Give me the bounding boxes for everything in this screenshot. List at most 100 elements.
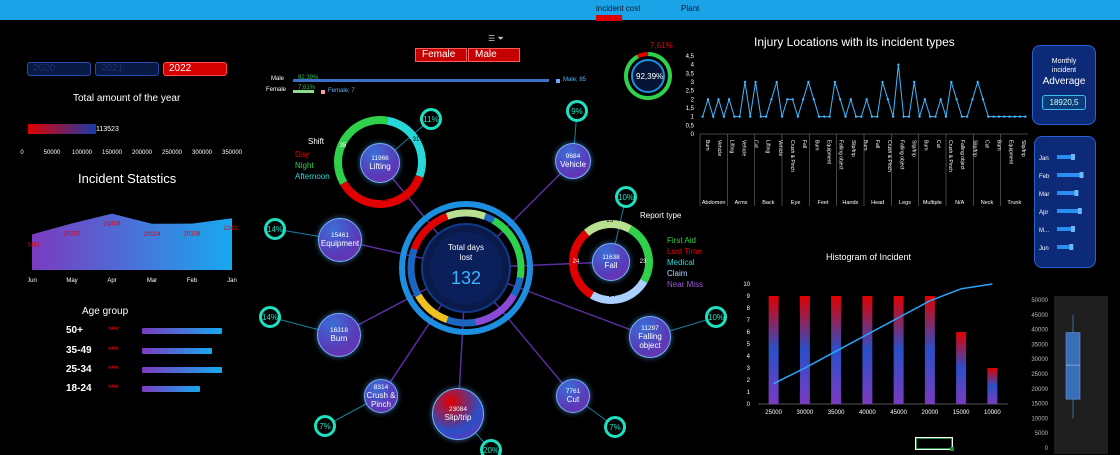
injury-point [891,115,895,118]
center-title: Total days lost [430,243,502,263]
injury-point [1024,115,1027,118]
bubble-vehicle[interactable]: 9684 Vehicle [555,143,591,179]
injury-series-line [702,64,1026,119]
report-claim-label: Claim [667,269,688,278]
injury-point [939,98,942,101]
injury-point [844,115,847,118]
injury-point [733,115,736,118]
lifting-ring-value: 36 [382,197,389,203]
histogram-bar [768,296,779,404]
injury-point [955,98,958,101]
monthly-title-line1: Monthly [1051,58,1077,65]
injury-point [876,115,879,118]
injury-x-tick: Vehicle [716,140,722,156]
monthly-average-card: Monthly incident Adverage 18920,5 [1032,45,1096,125]
histogram-y-tick: 2 [747,378,751,384]
injury-point [902,115,905,118]
bubble-lifting[interactable]: 11966 Lifting [360,143,400,183]
monthly-bar-cap [1069,244,1074,250]
injury-point [1008,115,1011,118]
bubble-value: 11297 [641,324,659,332]
box-plot-area [1054,296,1108,454]
injury-point [987,115,990,118]
injury-point [865,98,868,101]
injury-point [976,80,979,84]
bubble-equipment[interactable]: 15461 Equipment [318,218,362,262]
bubble-value: 7761 [565,388,581,395]
monthly-bar-cap [1071,226,1075,232]
bubble-label: Falling object [638,331,662,350]
bubble-cut[interactable]: 7761 Cut [556,379,590,413]
injury-point [727,98,731,101]
bubble-label: Burn [330,334,348,343]
injury-group-label: Arms [735,200,748,206]
center-title-line2: lost [459,253,473,262]
pct-badge-crush-pinch: 7% [314,415,336,437]
injury-point [997,115,1001,118]
bubble-value: 11966 [371,155,389,162]
bubble-slip-trip[interactable]: 23084 Slip/trip [432,388,484,440]
injury-x-tick: Burn [923,140,929,151]
injury-group-label: Back [762,200,774,206]
monthly-bars-card: Jan Feb Mar Apr M... Jun [1034,136,1096,268]
histogram-x-tick: 25000 [765,410,782,416]
selected-cell[interactable] [915,437,953,450]
injury-point [944,115,948,118]
injury-point [928,115,932,118]
injury-point [775,80,778,84]
histogram-y-tick: 5 [747,342,751,348]
injury-point [907,115,911,118]
fall-ring-first-aid [584,220,632,237]
bubble-label: Vehicle [560,160,586,169]
shift-night-label: Night [295,161,314,170]
injury-point [913,80,916,84]
injury-x-tick: Crush & Pinch [789,140,795,172]
monthly-bar [1057,191,1078,195]
histogram-y-tick: 1 [747,390,751,396]
bubble-burn[interactable]: 16318 Burn [317,313,361,357]
report-first-aid-label: First Aid [667,236,696,245]
monthly-title-line3: Adverage [1042,76,1086,87]
injury-y-tick: 1 [691,115,695,121]
injury-point [743,80,747,84]
injury-point [791,98,794,101]
bubble-label: Equipment [320,239,360,248]
box-y-tick: 30000 [1031,357,1048,363]
bubble-crush-pinch[interactable]: 8314 Crush & Pinch [364,379,398,413]
histogram-y-tick: 8 [747,306,751,312]
injury-point [965,115,969,118]
shift-title: Shift [308,137,325,146]
injury-point [801,98,805,101]
bubble-label: Fall [604,261,618,270]
histogram-bar [924,296,935,404]
injury-point [823,115,826,118]
pct-badge-falling-object: 10% [705,306,727,328]
center-segment [514,247,525,279]
injury-point [770,98,773,101]
injury-point [738,115,741,118]
monthly-bar-label: Jan [1039,156,1049,162]
injury-point [764,115,768,118]
monthly-bar-label: Jun [1039,246,1049,252]
histogram-bar [799,296,810,404]
report-near-miss-label: Near Miss [667,280,704,289]
box-y-tick: 20000 [1031,387,1048,393]
histogram-y-tick: 10 [743,282,750,288]
injury-point [923,98,927,101]
bubble-label: Slip/trip [444,413,472,422]
box-y-tick: 25000 [1031,372,1048,378]
injury-x-tick: Slip/trip [1020,140,1026,157]
injury-x-tick: Slip/trip [850,140,856,157]
histogram-x-tick: 40000 [859,410,876,416]
bubble-falling-object[interactable]: 11297 Falling object [629,316,671,358]
monthly-bar-cap [1071,154,1075,160]
bubble-fall[interactable]: 11638 Fall [592,243,630,281]
center-title-line1: Total days [447,243,485,252]
injury-group-label: Feet [817,200,828,206]
box-iqr [1065,332,1081,400]
report-lost-time-label: Lost Time [667,247,702,256]
injury-x-tick: Cut [935,140,941,148]
selection-handle[interactable] [950,447,954,451]
gauge-top-pct: 7,61% [650,41,673,50]
box-y-tick: 5000 [1035,431,1049,437]
